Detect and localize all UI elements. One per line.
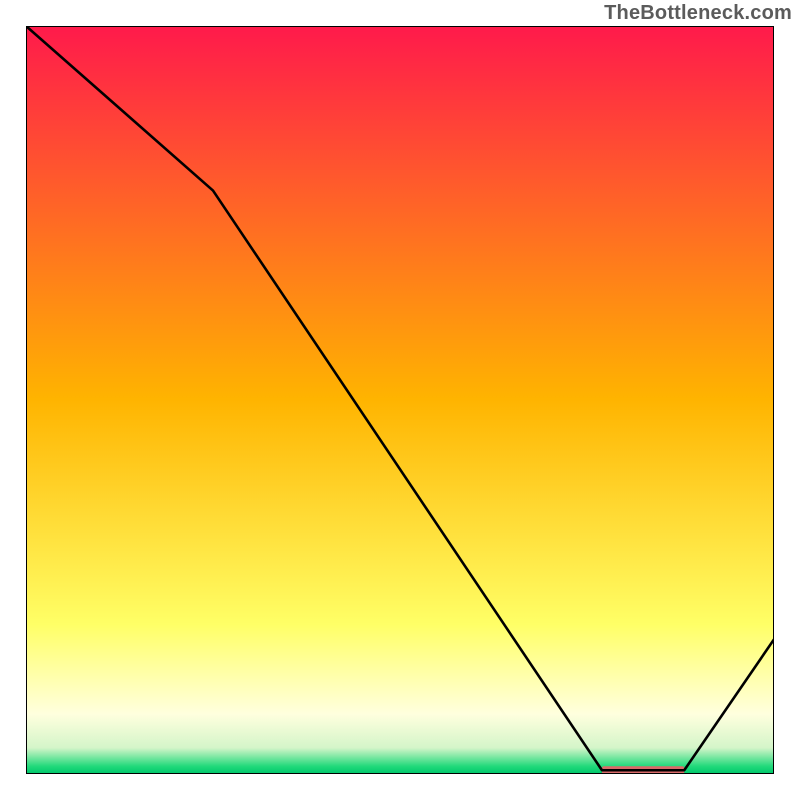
gradient-background [26,26,774,774]
watermark-text: TheBottleneck.com [604,2,792,25]
chart-svg [26,26,774,774]
chart-container: TheBottleneck.com [0,0,800,800]
plot-area [26,26,774,774]
